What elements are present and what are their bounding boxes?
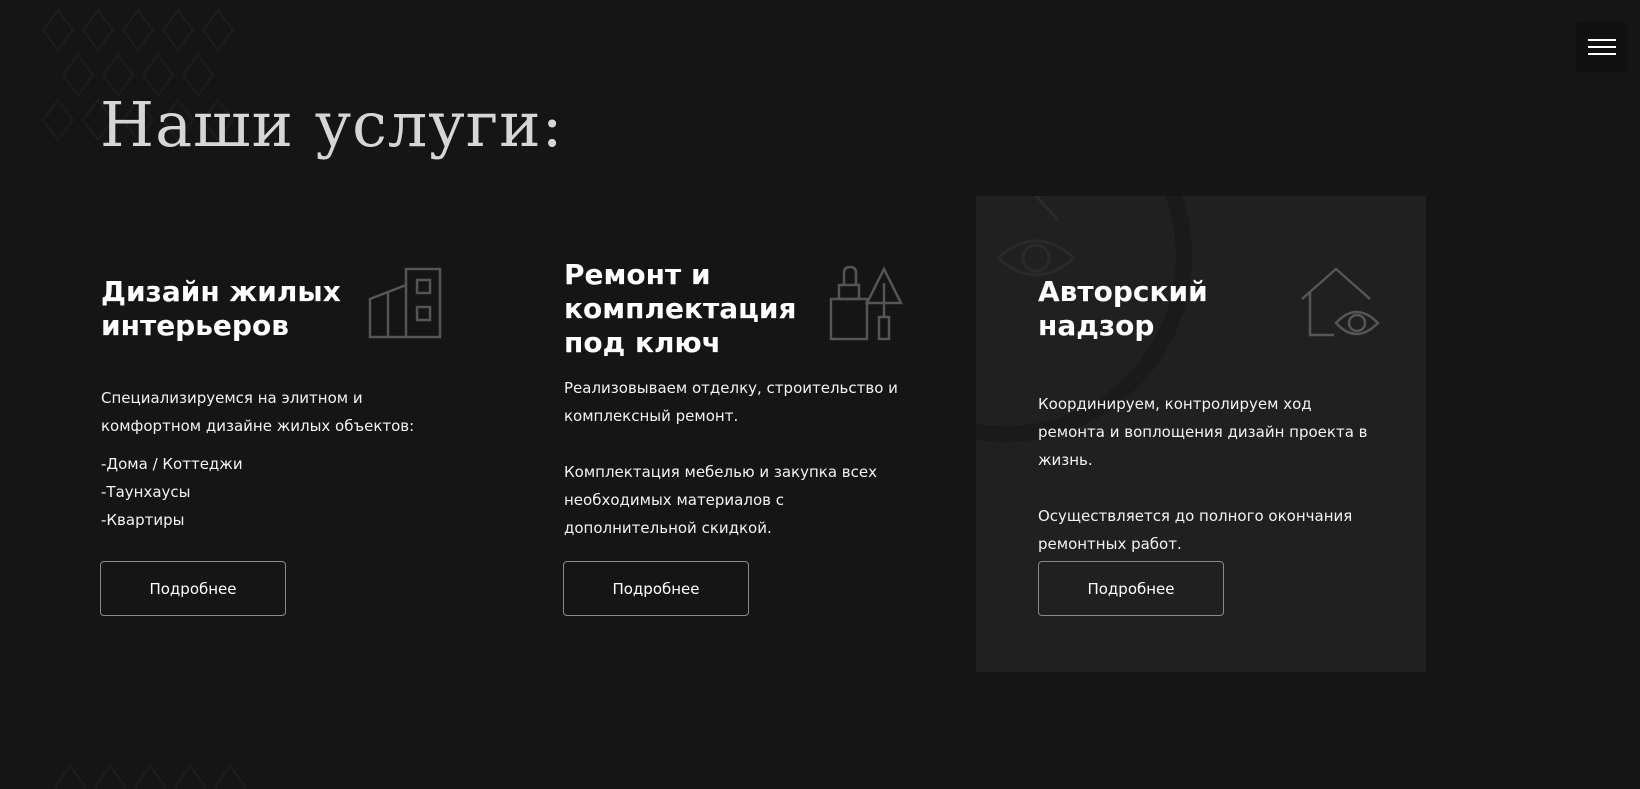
list-item: -Дома / Коттеджи <box>101 455 243 473</box>
service-title-supervision: Авторский надзор <box>1038 275 1208 342</box>
more-button-supervision[interactable]: Подробнее <box>1038 561 1224 616</box>
paint-tools-icon <box>829 265 904 341</box>
menu-button[interactable] <box>1576 22 1628 72</box>
list-item: -Таунхаусы <box>101 483 191 501</box>
building-icon <box>368 267 442 339</box>
section-title: Наши услуги: <box>100 88 564 161</box>
service-title-design: Дизайн жилых интерьеров <box>101 275 341 342</box>
more-button-design[interactable]: Подробнее <box>100 561 286 616</box>
service-intro: Специализируемся на элитном и комфортном… <box>101 389 415 435</box>
more-button-renovation[interactable]: Подробнее <box>563 561 749 616</box>
hamburger-menu-icon <box>1588 46 1616 48</box>
decorative-pattern <box>53 764 247 789</box>
service-paragraph: Реализовываем отделку, строительство и к… <box>564 379 898 425</box>
service-description-design: Специализируемся на элитном и комфортном… <box>101 384 431 534</box>
service-title-renovation: Ремонт и комплектация под ключ <box>564 258 797 359</box>
hamburger-menu-icon <box>1588 53 1616 55</box>
house-eye-icon <box>1301 267 1380 337</box>
hamburger-menu-icon <box>1588 39 1616 41</box>
list-item: -Квартиры <box>101 511 185 529</box>
service-paragraph: Комплектация мебелью и закупка всех необ… <box>564 463 877 537</box>
service-paragraph: Координируем, контролируем ход ремонта и… <box>1038 395 1368 469</box>
service-description-renovation: Реализовываем отделку, строительство и к… <box>564 374 904 542</box>
service-paragraph: Осуществляется до полного окончания ремо… <box>1038 507 1353 553</box>
service-list: -Дома / Коттеджи -Таунхаусы -Квартиры <box>101 450 431 534</box>
service-description-supervision: Координируем, контролируем ход ремонта и… <box>1038 390 1378 558</box>
